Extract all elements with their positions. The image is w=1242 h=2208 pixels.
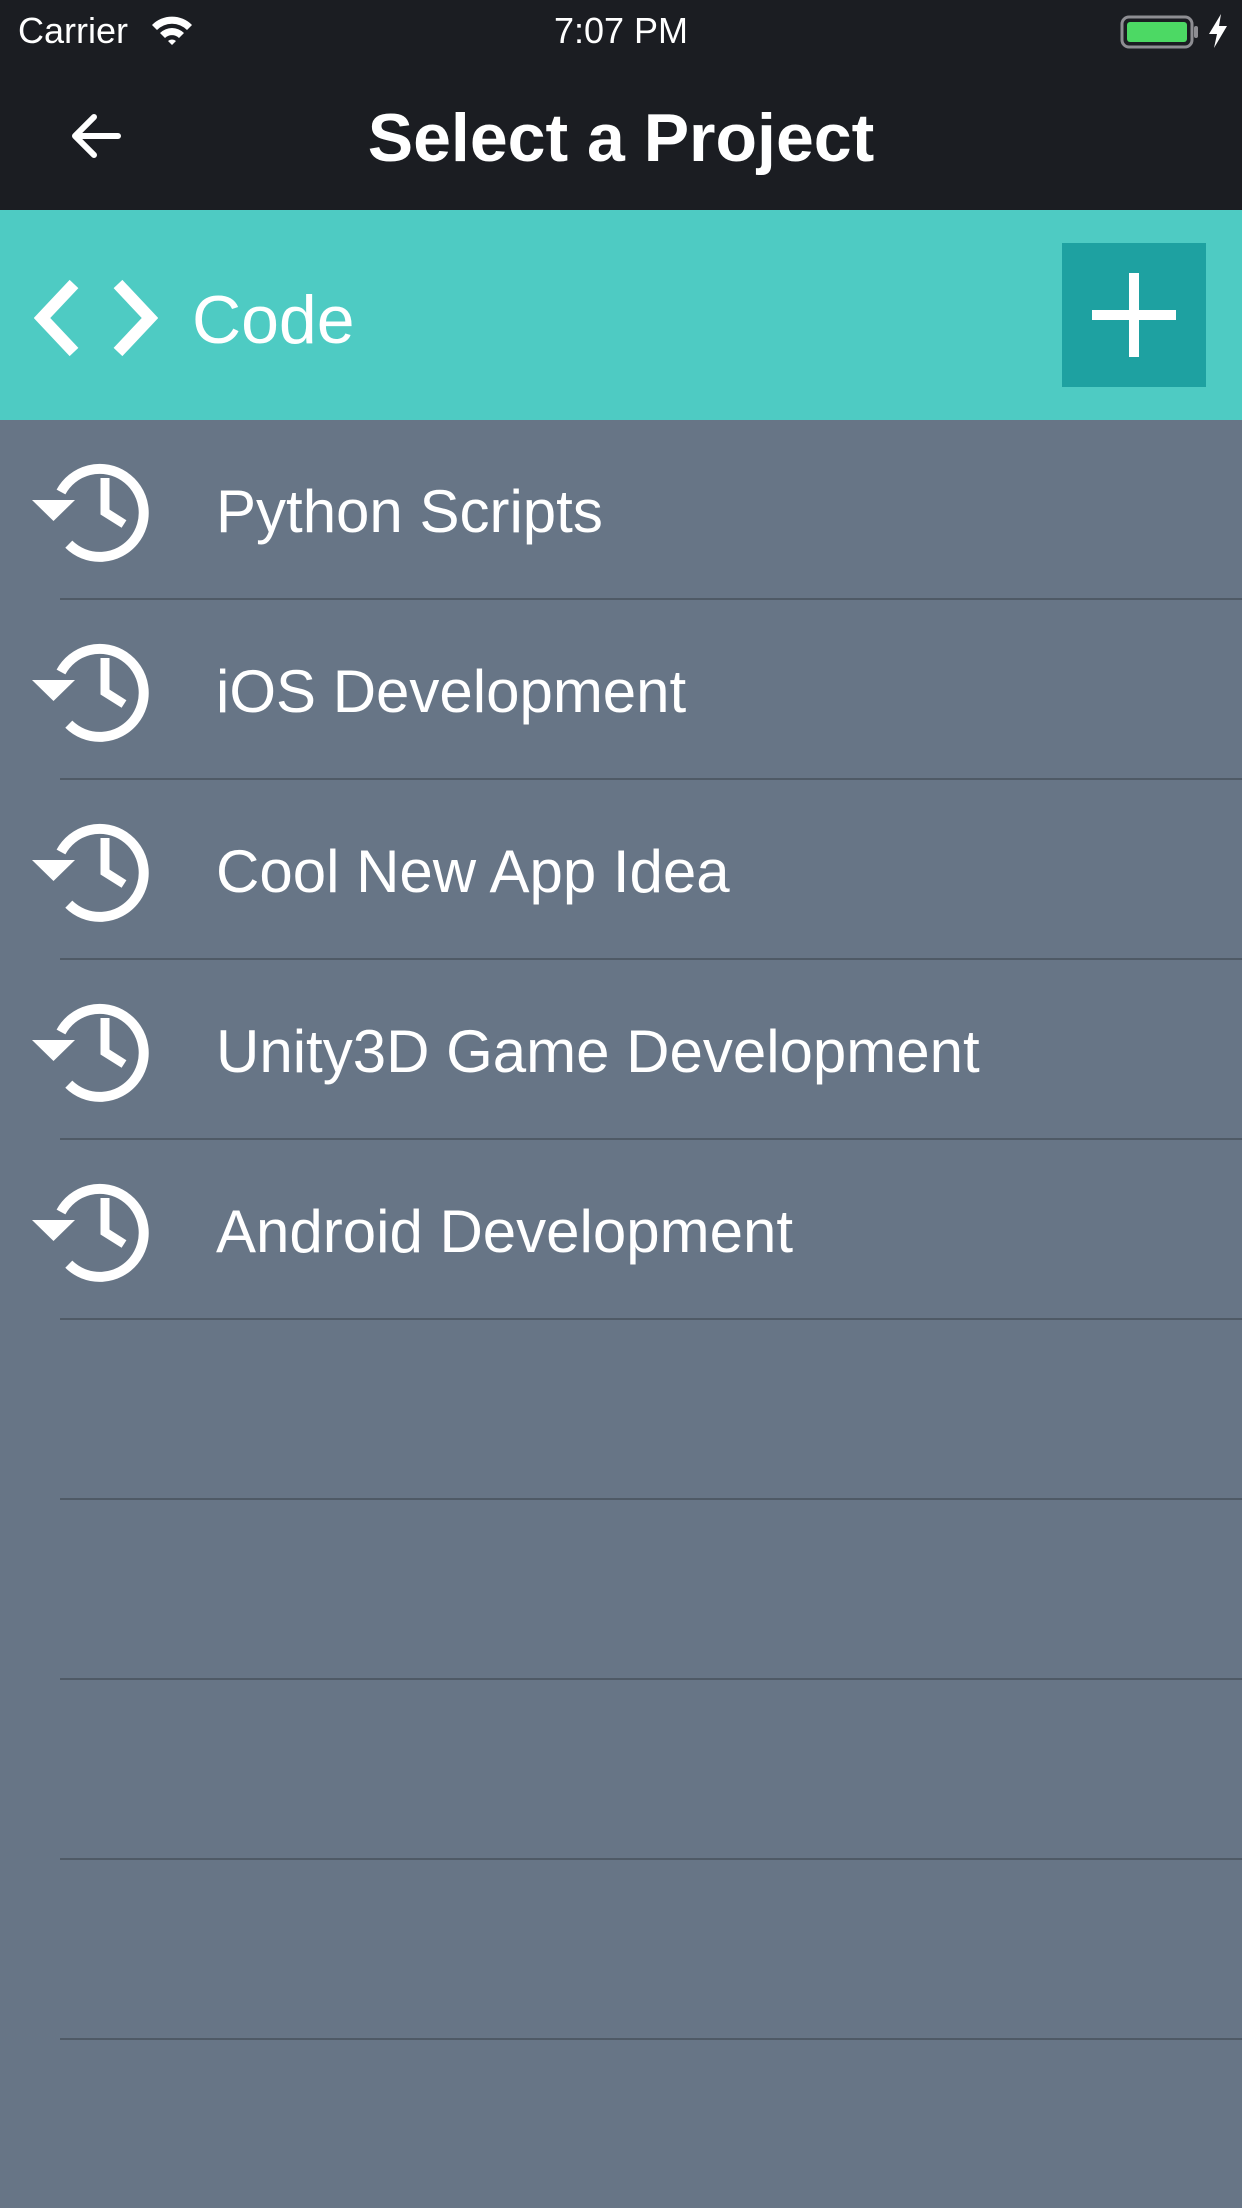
project-name: Android Development (216, 1198, 794, 1265)
list-item[interactable]: Python Scripts (0, 420, 1242, 600)
list-item[interactable]: Android Development (0, 1140, 1242, 1320)
history-icon (32, 463, 149, 562)
empty-list-row (0, 1680, 1242, 1860)
navigation-bar: Select a Project (0, 62, 1242, 210)
history-icon (32, 1003, 149, 1102)
add-project-button[interactable] (1062, 243, 1206, 387)
project-name: Python Scripts (216, 478, 603, 545)
status-time: 7:07 PM (553, 10, 689, 51)
list-item[interactable]: Unity3D Game Development (0, 960, 1242, 1140)
project-list: Python Scripts iOS Development Cool New … (0, 420, 1242, 2040)
history-icon (32, 643, 149, 742)
plus-icon (1092, 273, 1176, 357)
project-name: Unity3D Game Development (216, 1018, 980, 1085)
page-title: Select a Project (367, 100, 875, 176)
status-bar: Carrier 7:07 PM (0, 0, 1242, 62)
empty-list-row (0, 1500, 1242, 1680)
list-item[interactable]: iOS Development (0, 600, 1242, 780)
category-label: Code (192, 282, 355, 358)
project-name: iOS Development (216, 658, 687, 725)
code-brackets-icon (34, 279, 158, 357)
list-item[interactable]: Cool New App Idea (0, 780, 1242, 960)
empty-list-row (0, 1320, 1242, 1500)
category-header: Code (0, 210, 1242, 420)
history-icon (32, 1183, 149, 1282)
history-icon (32, 823, 149, 922)
charging-bolt-icon (1209, 14, 1227, 48)
project-name: Cool New App Idea (216, 838, 730, 905)
empty-list-row (0, 1860, 1242, 2040)
battery-icon (1120, 15, 1198, 49)
